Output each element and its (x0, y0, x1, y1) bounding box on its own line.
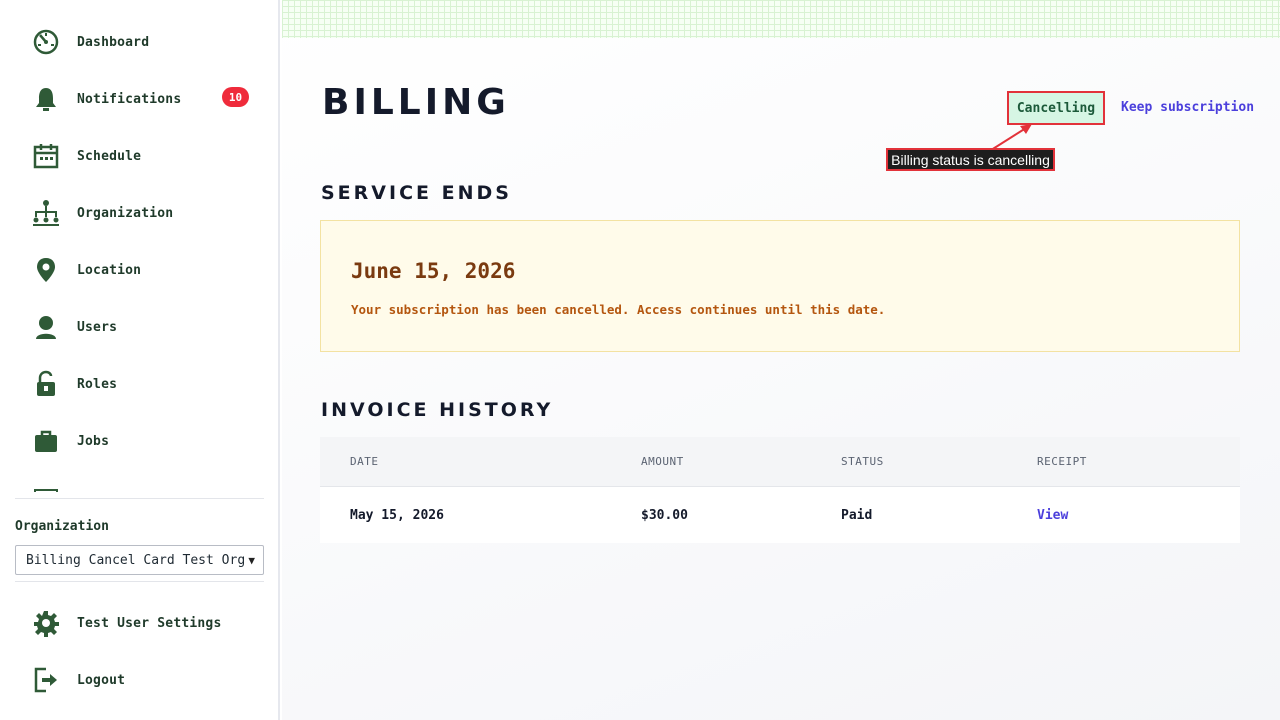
sidebar-item-label: Location (77, 262, 142, 278)
main-content: BILLING Cancelling Keep subscription Bil… (282, 0, 1280, 720)
sidebar-item-label: Users (77, 319, 118, 335)
column-header-receipt: RECEIPT (1037, 455, 1087, 468)
sidebar-item-jobs[interactable]: Jobs (30, 421, 260, 461)
page-title: BILLING (322, 82, 510, 123)
sidebar-divider (15, 581, 264, 582)
service-ends-heading: SERVICE ENDS (321, 182, 512, 204)
sidebar-nav[interactable]: Dashboard Notifications 10 Schedule Orga… (0, 0, 280, 492)
sidebar-item-notifications[interactable]: Notifications 10 (30, 79, 260, 119)
map-pin-icon (30, 254, 62, 286)
sidebar-item-roles[interactable]: Roles (30, 364, 260, 404)
grid-background-strip (282, 0, 1280, 38)
sidebar-divider (15, 498, 264, 499)
sidebar-item-organization[interactable]: Organization (30, 193, 260, 233)
column-header-date: DATE (350, 455, 379, 468)
sidebar-item-location[interactable]: Location (30, 250, 260, 290)
sidebar-item-settings[interactable]: Test User Settings (30, 603, 260, 643)
calendar-icon (30, 140, 62, 172)
invoice-amount: $30.00 (641, 508, 688, 523)
org-select-value: Billing Cancel Card Test Org (26, 552, 246, 568)
sidebar-item-label: Test User Settings (77, 615, 222, 631)
org-chart-icon (30, 197, 62, 229)
logout-icon (30, 664, 62, 696)
table-row: May 15, 2026 $30.00 Paid View (320, 487, 1240, 543)
view-receipt-link[interactable]: View (1037, 508, 1068, 523)
sidebar-item-label: Logout (77, 672, 126, 688)
org-select[interactable]: Billing Cancel Card Test Org ▼ (15, 545, 264, 575)
sidebar-item-schedule[interactable]: Schedule (30, 136, 260, 176)
service-end-message: Your subscription has been cancelled. Ac… (351, 302, 886, 317)
service-end-date: June 15, 2026 (351, 259, 516, 283)
gear-icon (30, 607, 62, 639)
annotation-label: Billing status is cancelling (886, 148, 1055, 171)
invoice-table: DATE AMOUNT STATUS RECEIPT May 15, 2026 … (320, 437, 1240, 543)
partial-nav-icon (34, 489, 58, 492)
invoice-history-heading: INVOICE HISTORY (321, 399, 554, 421)
org-select-label: Organization (15, 519, 109, 534)
sidebar-item-label: Jobs (77, 433, 110, 449)
notification-count-badge: 10 (222, 87, 249, 107)
sidebar-item-dashboard[interactable]: Dashboard (30, 22, 260, 62)
lock-icon (30, 368, 62, 400)
sidebar-item-label: Dashboard (77, 34, 150, 50)
dashboard-icon (30, 26, 62, 58)
sidebar-item-label: Organization (77, 205, 174, 221)
user-icon (30, 311, 62, 343)
invoice-date: May 15, 2026 (350, 508, 444, 523)
sidebar-item-logout[interactable]: Logout (30, 660, 260, 700)
keep-subscription-link[interactable]: Keep subscription (1121, 100, 1254, 115)
column-header-amount: AMOUNT (641, 455, 684, 468)
sidebar-item-users[interactable]: Users (30, 307, 260, 347)
table-header: DATE AMOUNT STATUS RECEIPT (320, 437, 1240, 487)
sidebar-item-label: Schedule (77, 148, 142, 164)
sidebar: Dashboard Notifications 10 Schedule Orga… (0, 0, 280, 720)
column-header-status: STATUS (841, 455, 884, 468)
briefcase-icon (30, 425, 62, 457)
chevron-down-icon: ▼ (248, 553, 255, 567)
service-end-notice: June 15, 2026 Your subscription has been… (320, 220, 1240, 352)
bell-icon (30, 83, 62, 115)
sidebar-item-label: Notifications (77, 91, 182, 107)
invoice-status: Paid (841, 508, 873, 523)
sidebar-item-label: Roles (77, 376, 118, 392)
